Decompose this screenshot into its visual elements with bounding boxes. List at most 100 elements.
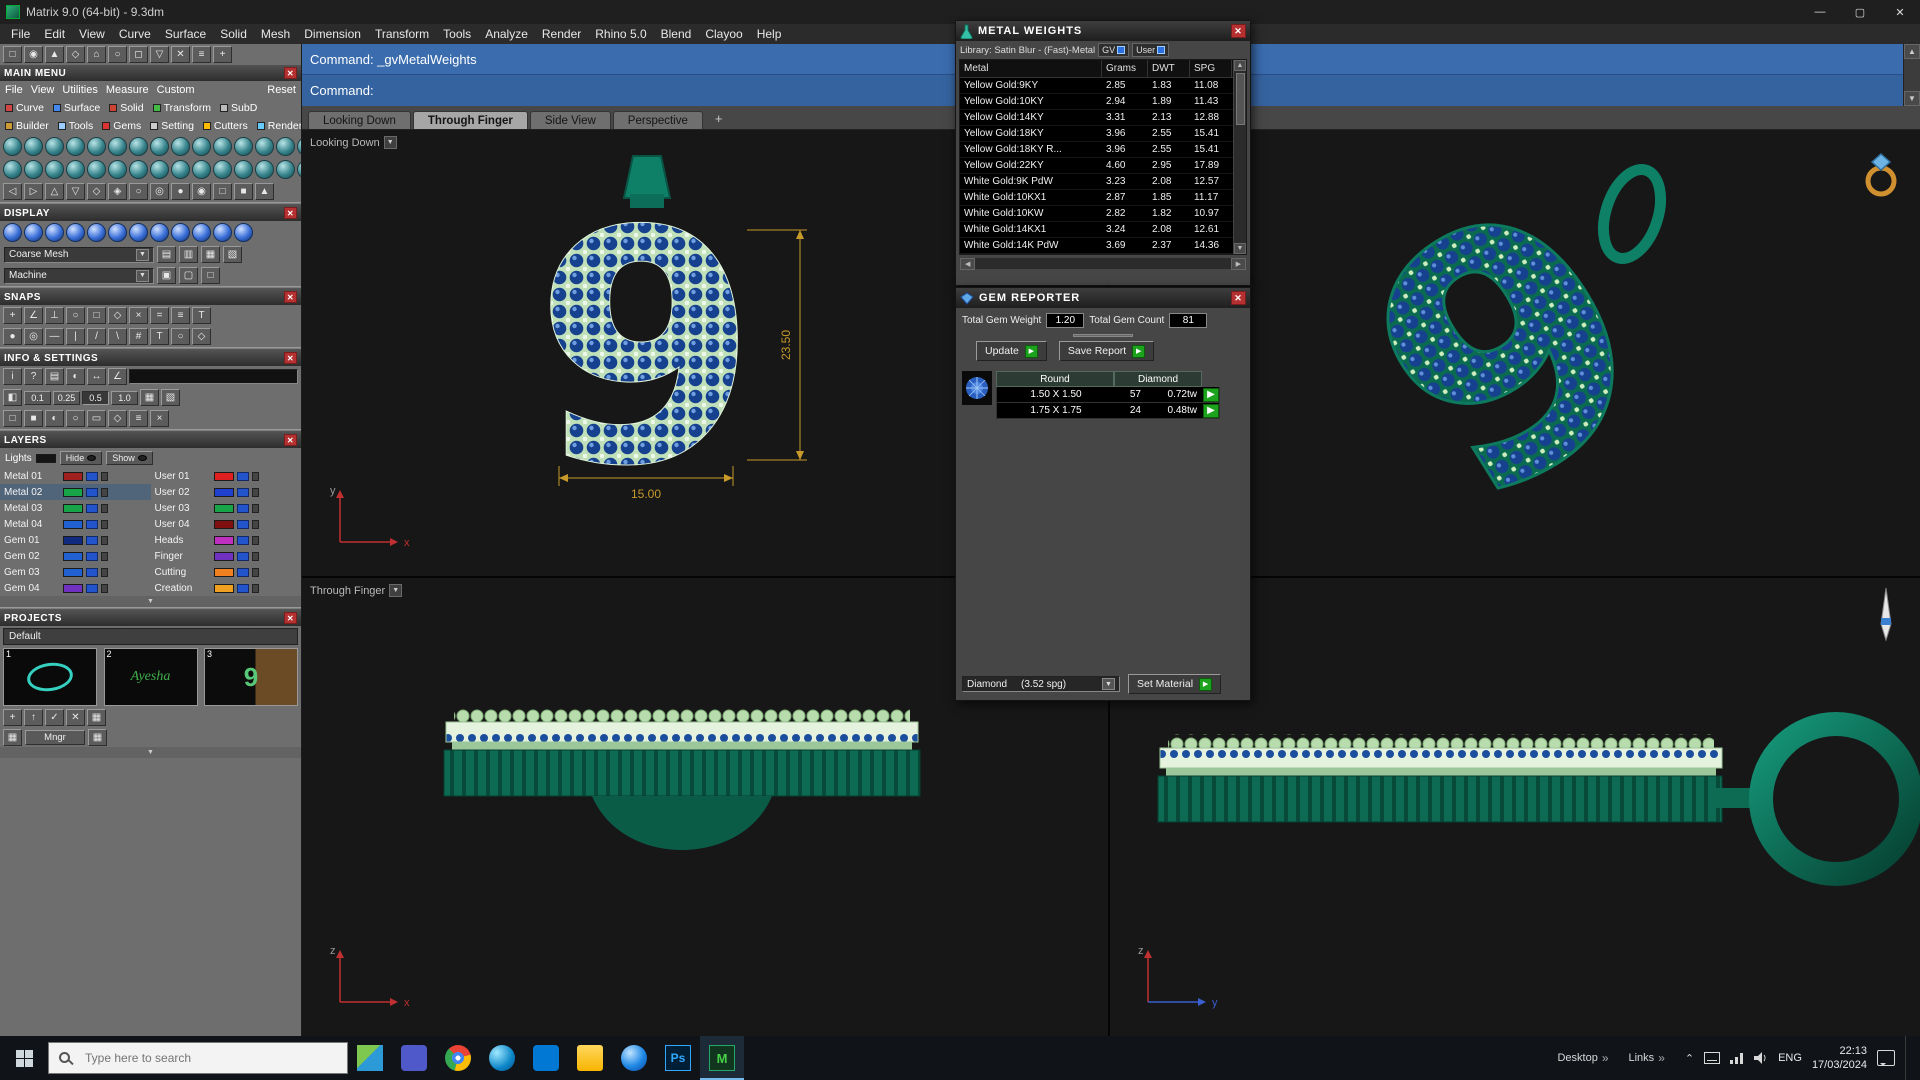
menu-view[interactable]: View [72, 26, 112, 42]
projects-scroll-down[interactable]: ▼ [0, 747, 301, 758]
shortcut-subd[interactable]: SubD [220, 102, 257, 114]
toolbar-icon[interactable]: ◈ [108, 183, 127, 200]
shortcut-tools[interactable]: Tools [57, 120, 93, 132]
info-icon[interactable]: ↔ [87, 368, 106, 385]
layer-lock-chip[interactable] [251, 535, 259, 545]
display-mode-icon[interactable] [45, 223, 64, 242]
toolbar-icon[interactable]: ⌂ [87, 46, 106, 63]
mngr-button[interactable]: Mngr [25, 730, 85, 745]
layer-color-chip[interactable] [213, 567, 234, 577]
info-icon[interactable]: × [150, 410, 169, 427]
layer-color-chip[interactable] [213, 487, 234, 497]
pendant-perspective-view[interactable]: 9 [1280, 130, 1740, 570]
toolbar-icon[interactable] [192, 160, 211, 179]
projects-close-icon[interactable]: ✕ [284, 612, 297, 624]
metal-column-spg[interactable]: SPG [1190, 60, 1232, 77]
layer-color-chip[interactable] [213, 471, 234, 481]
project-action-icon[interactable]: ✓ [45, 709, 64, 726]
toolbar-icon[interactable]: ◎ [150, 183, 169, 200]
layer-row-metal-01[interactable]: Metal 01 [0, 468, 151, 484]
layer-material-chip[interactable] [86, 519, 98, 529]
toolbar-icon[interactable]: ◁ [3, 183, 22, 200]
layer-material-chip[interactable] [236, 487, 249, 497]
display-mode-icon[interactable] [3, 223, 22, 242]
project-thumb-1[interactable]: 1 [3, 648, 97, 706]
menu-tools[interactable]: Tools [436, 26, 478, 42]
main-menu-item-measure[interactable]: Measure [106, 84, 149, 96]
main-menu-item-custom[interactable]: Custom [157, 84, 195, 96]
close-button[interactable]: ✕ [1880, 0, 1920, 24]
info-icon[interactable]: □ [3, 410, 22, 427]
display-option-icon[interactable]: ▥ [179, 246, 198, 263]
layer-lock-chip[interactable] [101, 551, 108, 561]
update-button[interactable]: Update ▶ [976, 341, 1047, 361]
toolbar-icon[interactable] [108, 137, 127, 156]
metal-row-white-gold-14kx1[interactable]: White Gold:14KX1 3.24 2.08 12.61 [960, 222, 1246, 238]
toolbar-icon[interactable] [171, 160, 190, 179]
layer-color-chip[interactable] [63, 551, 83, 561]
toolbar-icon[interactable] [213, 160, 232, 179]
toolbar-icon[interactable]: ◇ [87, 183, 106, 200]
taskbar-app-edge[interactable] [480, 1036, 524, 1080]
taskbar-app-matrix[interactable]: M [700, 1036, 744, 1080]
toolbar-icon[interactable] [150, 137, 169, 156]
layer-color-chip[interactable] [213, 583, 234, 593]
display-mode-icon[interactable] [129, 223, 148, 242]
taskbar-app-store[interactable] [524, 1036, 568, 1080]
metal-row-yellow-gold-18ky[interactable]: Yellow Gold:18KY 3.96 2.55 15.41 [960, 126, 1246, 142]
layer-color-chip[interactable] [63, 567, 83, 577]
info-icon[interactable]: ∠ [108, 368, 127, 385]
display-option-icon[interactable]: ▢ [179, 267, 198, 284]
gv-toggle[interactable]: GV [1098, 43, 1130, 57]
menu-transform[interactable]: Transform [368, 26, 436, 42]
layer-material-chip[interactable] [236, 519, 249, 529]
toolbar-icon[interactable]: ▷ [24, 183, 43, 200]
info-settings-close-icon[interactable]: ✕ [284, 352, 297, 364]
chevron-down-icon[interactable]: ▼ [1102, 678, 1115, 690]
menu-surface[interactable]: Surface [158, 26, 213, 42]
info-icon[interactable]: i [3, 368, 22, 385]
taskbar-app-browser[interactable] [612, 1036, 656, 1080]
toolbar-icon[interactable]: ◻ [129, 46, 148, 63]
layer-row-heads[interactable]: Heads [151, 532, 302, 548]
pen-tool-icon[interactable] [1874, 588, 1898, 642]
metal-row-yellow-gold-14ky[interactable]: Yellow Gold:14KY 3.31 2.13 12.88 [960, 110, 1246, 126]
gem-row-1-50-x-1-50[interactable]: 1.50 X 1.50 57 0.72tw ▶ [996, 387, 1220, 403]
machine-dropdown[interactable]: Machine ▼ [4, 267, 154, 284]
layer-lock-chip[interactable] [251, 519, 259, 529]
toolbar-icon[interactable] [234, 160, 253, 179]
project-thumb-2[interactable]: 2 Ayesha [103, 648, 198, 706]
show-button[interactable]: Show [106, 451, 153, 465]
layer-row-user-03[interactable]: User 03 [151, 500, 302, 516]
toolbar-icon[interactable] [213, 137, 232, 156]
layer-row-creation[interactable]: Creation [151, 580, 302, 596]
info-icon[interactable]: ≡ [129, 410, 148, 427]
layer-lock-chip[interactable] [251, 471, 259, 481]
menu-blend[interactable]: Blend [654, 26, 699, 42]
toolbar-icon[interactable] [171, 137, 190, 156]
layer-row-user-01[interactable]: User 01 [151, 468, 302, 484]
gem-reporter-splitter[interactable] [956, 331, 1250, 339]
taskbar-app-teams[interactable] [392, 1036, 436, 1080]
scroll-thumb[interactable] [1235, 73, 1245, 125]
scroll-down-icon[interactable]: ▼ [1234, 243, 1246, 254]
layer-row-metal-04[interactable]: Metal 04 [0, 516, 151, 532]
start-button[interactable] [0, 1036, 48, 1080]
layer-color-chip[interactable] [63, 487, 83, 497]
scroll-right-icon[interactable]: ▶ [1230, 257, 1246, 270]
viewport-tab-through-finger[interactable]: Through Finger [412, 111, 528, 129]
toolbar-icon[interactable] [45, 137, 64, 156]
snap-icon[interactable]: ≡ [171, 307, 190, 324]
toolbar-icon[interactable] [255, 160, 274, 179]
toolbar-icon[interactable] [297, 160, 301, 179]
layer-color-chip[interactable] [63, 471, 83, 481]
display-option-icon[interactable]: ▤ [157, 246, 176, 263]
info-icon[interactable]: ◐ [66, 368, 85, 385]
metal-weights-hscrollbar[interactable]: ◀ ▶ [959, 257, 1247, 270]
toolbar-icon[interactable] [129, 160, 148, 179]
desktop-toolbar[interactable]: Desktop » [1547, 1036, 1618, 1080]
toolbar-icon[interactable] [3, 137, 22, 156]
snap-value-0-25[interactable]: 0.25 [53, 390, 80, 405]
maximize-button[interactable]: ▢ [1840, 0, 1880, 24]
viewport-tab-side-view[interactable]: Side View [529, 111, 611, 129]
